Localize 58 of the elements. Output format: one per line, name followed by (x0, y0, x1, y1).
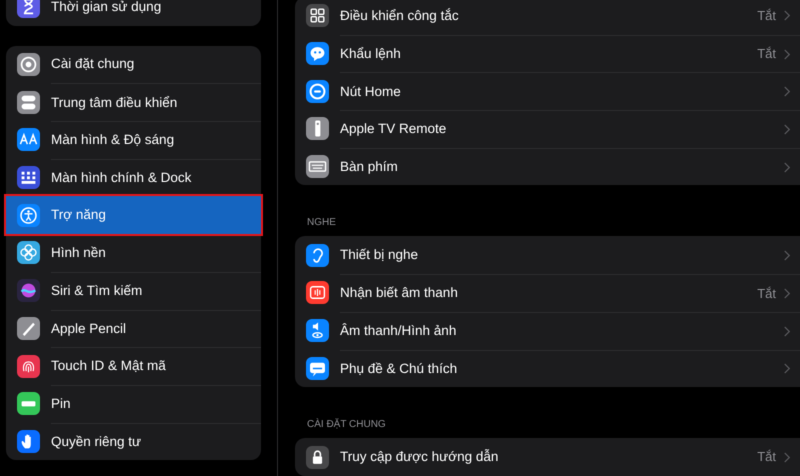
sidebar-item[interactable]: Touch ID & Mật mã (6, 347, 261, 385)
speech-bubble-icon (306, 42, 329, 66)
settings-row[interactable]: Nút Home (295, 72, 800, 110)
chevron-icon (784, 48, 790, 60)
flower-icon (17, 241, 40, 264)
chevron-icon (784, 288, 790, 299)
settings-row[interactable]: Khẩu lệnh Tắt (295, 34, 800, 72)
sidebar-item[interactable]: Thời gian sử dụng (6, 0, 261, 26)
home-button-icon (306, 80, 329, 103)
chevron-icon (784, 250, 790, 261)
settings-row[interactable]: Thiết bị nghe (295, 236, 800, 274)
sidebar-item[interactable]: Apple Pencil (6, 310, 261, 348)
speaker-eye-icon (306, 319, 329, 342)
pencil-icon (17, 316, 40, 340)
settings-row[interactable]: Bàn phím (295, 148, 800, 186)
row-value: Tắt (757, 45, 776, 64)
sidebar-item[interactable]: Trung tâm điều khiển (6, 83, 261, 122)
accessibility-icon (17, 204, 40, 227)
squares-icon (306, 4, 329, 28)
sidebar-item[interactable]: Hình nền (6, 234, 261, 272)
settings-row[interactable]: Phụ đề & Chú thích (295, 350, 800, 388)
battery-icon (17, 392, 40, 416)
chevron-icon (784, 124, 790, 135)
hand-icon (17, 430, 40, 453)
chevron-icon (784, 10, 790, 22)
fingerprint-icon (17, 354, 40, 378)
row-value: Tắt (757, 284, 776, 303)
settings-row[interactable]: Điều khiển công tắc Tắt (295, 0, 800, 35)
orb-icon (17, 279, 40, 302)
toggles-icon (17, 90, 40, 114)
section-header: NGHE (306, 216, 337, 230)
caption-bubble-icon (306, 356, 329, 380)
settings-row[interactable]: Apple TV Remote (295, 110, 800, 148)
chevron-icon (784, 162, 790, 173)
remote-icon (306, 117, 329, 140)
lock-icon (306, 446, 329, 469)
settings-row[interactable]: Nhận biết âm thanh Tắt (295, 274, 800, 312)
sidebar-item[interactable]: Pin (6, 384, 261, 423)
row-value: Tắt (757, 448, 776, 466)
waveform-icon (306, 281, 329, 304)
chevron-icon (784, 86, 790, 98)
ear-icon (306, 244, 329, 267)
sidebar-item[interactable]: Siri & Tìm kiếm (6, 272, 261, 310)
sidebar-item[interactable]: Trợ năng (6, 196, 261, 234)
gear-icon (17, 53, 40, 76)
app-grid-icon (17, 166, 40, 190)
settings-row[interactable]: Âm thanh/Hình ảnh (295, 312, 800, 350)
keyboard-icon (306, 155, 329, 178)
sidebar-item[interactable]: Màn hình & Độ sáng (6, 121, 261, 159)
sidebar-item[interactable]: Cài đặt chung (6, 46, 261, 84)
row-value: Tắt (757, 7, 776, 26)
chevron-icon (784, 363, 790, 374)
settings-row[interactable]: Truy cập được hướng dẫn Tắt (295, 438, 800, 476)
section-header: CÀI ĐẶT CHUNG (306, 417, 387, 432)
chevron-icon (784, 326, 790, 337)
sidebar-item[interactable]: Quyền riêng tư (6, 422, 261, 460)
letters-icon (17, 128, 40, 152)
chevron-icon (784, 452, 790, 463)
